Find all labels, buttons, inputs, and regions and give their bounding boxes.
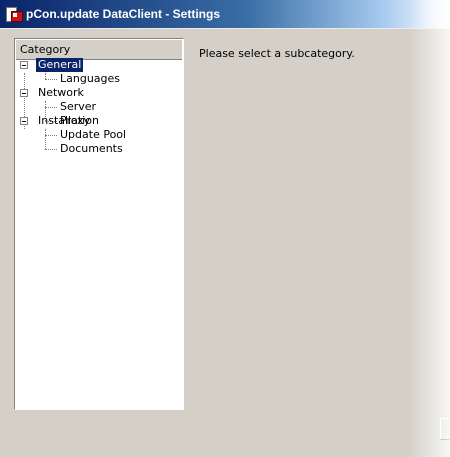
category-header-label: Category	[20, 43, 71, 56]
partial-button[interactable]	[440, 418, 450, 440]
pcon-app-icon	[6, 6, 23, 22]
tree-h-updatepool	[45, 135, 57, 136]
tree-item-languages-label: Languages	[60, 72, 121, 85]
category-panel: Category General Languages Network Serve…	[14, 38, 184, 410]
category-header[interactable]: Category	[16, 40, 182, 60]
tree-item-network-label: Network	[38, 86, 84, 99]
tree-h-server	[45, 107, 57, 108]
tree-line-installation	[45, 129, 46, 149]
subcategory-prompt: Please select a subcategory.	[199, 47, 355, 60]
title-bar[interactable]: pCon.update DataClient - Settings	[0, 0, 450, 28]
tree-item-installation[interactable]: Installation	[36, 114, 101, 128]
settings-window: pCon.update DataClient - Settings Catego…	[0, 0, 450, 457]
tree-item-update-pool-label: Update Pool	[60, 128, 127, 141]
title-separator	[0, 28, 450, 29]
tree-item-documents[interactable]: Documents	[58, 142, 125, 156]
tree-item-network[interactable]: Network	[36, 86, 86, 100]
window-title: pCon.update DataClient - Settings	[26, 7, 221, 21]
category-tree: General Languages Network Server Proxy I…	[16, 58, 182, 408]
tree-h-documents	[45, 149, 57, 150]
tree-item-update-pool[interactable]: Update Pool	[58, 128, 128, 142]
tree-item-server[interactable]: Server	[58, 100, 98, 114]
collapse-general-toggle[interactable]	[20, 61, 28, 69]
tree-item-server-label: Server	[60, 100, 97, 113]
tree-item-general[interactable]: General	[36, 58, 84, 72]
tree-item-languages[interactable]: Languages	[58, 72, 122, 86]
edge-fade	[410, 0, 450, 457]
collapse-installation-toggle[interactable]	[20, 117, 28, 125]
tree-h-languages	[45, 79, 57, 80]
tree-item-general-label: General	[36, 58, 84, 72]
tree-item-installation-label: Installation	[38, 114, 99, 127]
collapse-network-toggle[interactable]	[20, 89, 28, 97]
tree-item-documents-label: Documents	[60, 142, 123, 155]
